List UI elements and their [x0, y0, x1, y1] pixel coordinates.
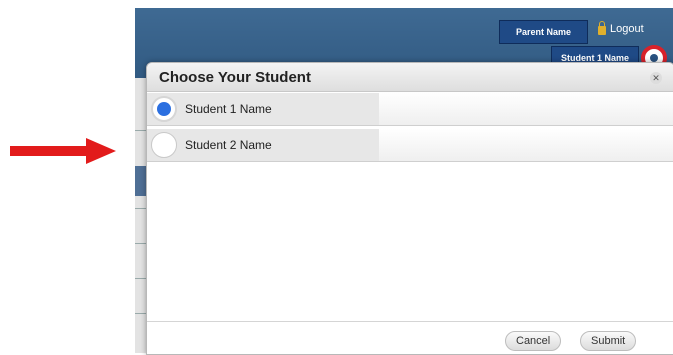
radio-selected-icon[interactable]	[151, 96, 177, 122]
student-option-label: Student 2 Name	[185, 138, 272, 152]
arrow-shaft	[10, 146, 90, 156]
lock-icon	[598, 21, 606, 35]
logout-link[interactable]: Logout	[598, 18, 644, 40]
close-icon[interactable]: ✕	[650, 72, 662, 84]
logout-label: Logout	[610, 23, 644, 35]
dialog-footer-divider	[147, 321, 673, 322]
submit-button[interactable]: Submit	[580, 331, 637, 351]
dialog-header: Choose Your Student ✕	[147, 63, 673, 92]
student-option-label: Student 1 Name	[185, 102, 272, 116]
dialog-title: Choose Your Student	[159, 69, 311, 86]
arrow-head	[86, 138, 116, 164]
radio-unselected-icon[interactable]	[151, 132, 177, 158]
choose-student-dialog: Choose Your Student ✕ Student 1 Name Stu…	[146, 62, 673, 355]
parent-name-button[interactable]: Parent Name	[499, 20, 588, 44]
cancel-button[interactable]: Cancel	[505, 331, 562, 351]
student-option-2[interactable]: Student 2 Name	[147, 129, 673, 162]
student-option-1[interactable]: Student 1 Name	[147, 93, 673, 126]
annotation-arrow	[10, 138, 116, 164]
